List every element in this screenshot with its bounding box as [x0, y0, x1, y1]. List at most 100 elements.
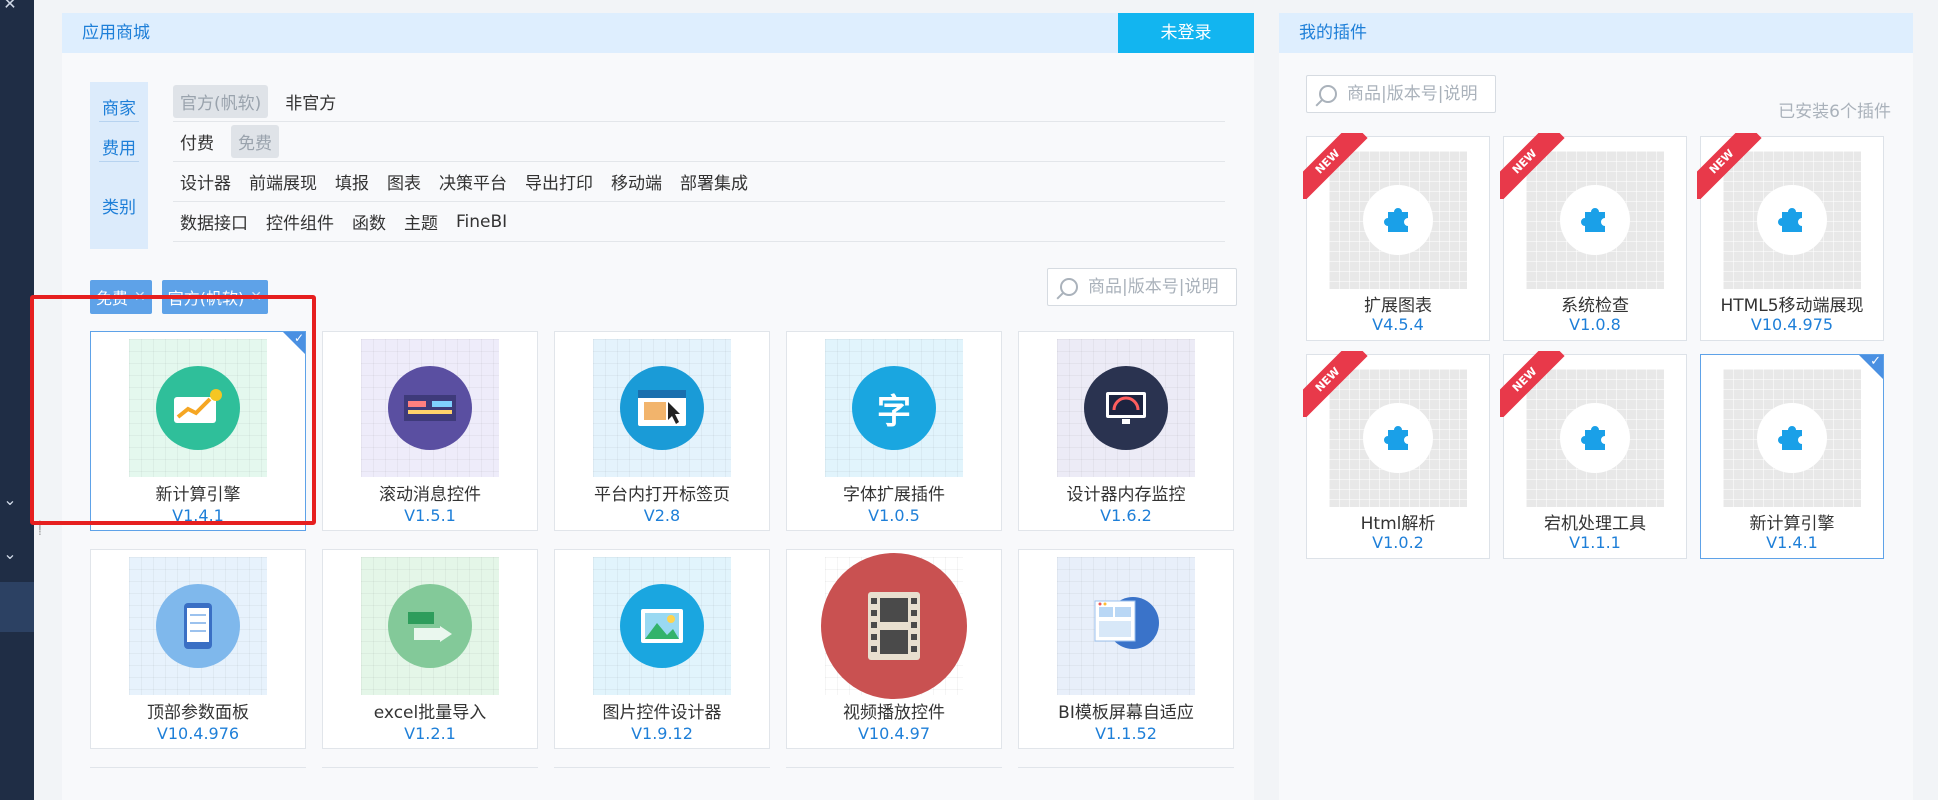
- new-ribbon: NEW: [1500, 351, 1566, 417]
- installed-count: 已安装6个插件: [1778, 102, 1891, 122]
- login-button[interactable]: 未登录: [1118, 13, 1254, 53]
- plugin-card-partial[interactable]: [322, 767, 538, 768]
- category-theme[interactable]: 主题: [397, 205, 445, 238]
- puzzle-icon: [1363, 185, 1433, 255]
- app-store-panel: 应用商城 未登录 商家 费用 类别 官方(帆软) 非官方 付费 免费 设计器 前…: [62, 13, 1307, 800]
- plugin-card-partial[interactable]: [554, 767, 770, 768]
- chevron-down-icon[interactable]: ⌄: [0, 544, 20, 563]
- plugin-card[interactable]: 设计器内存监控 V1.6.2: [1018, 331, 1234, 531]
- category-decision-platform[interactable]: 决策平台: [432, 165, 514, 198]
- plugin-version: V10.4.975: [1750, 315, 1834, 334]
- scroll-message-icon: [388, 366, 472, 450]
- chart-growth-icon: [156, 366, 240, 450]
- plugin-version: V10.4.97: [857, 724, 930, 743]
- plugin-name: 系统检查: [1561, 296, 1629, 316]
- chip-label: 免费: [96, 289, 129, 308]
- font-icon: 字: [852, 366, 936, 450]
- plugin-name: 字体扩展插件: [843, 485, 945, 505]
- plugin-grid: 新计算引擎V1.4.1滚动消息控件V1.5.1平台内打开标签页V2.8字字体扩展…: [90, 331, 1242, 768]
- category-export-print[interactable]: 导出打印: [518, 165, 600, 198]
- installed-plugin-card[interactable]: NEW HTML5移动端展现 V10.4.975: [1697, 133, 1884, 341]
- chip-free: 免费 ✕: [90, 280, 152, 314]
- plugin-version: V1.1.1: [1569, 533, 1621, 552]
- bi-layout-icon: [1093, 593, 1159, 658]
- plugin-thumbnail: [593, 339, 731, 477]
- plugin-version: V1.5.1: [404, 506, 456, 525]
- new-ribbon: NEW: [1697, 133, 1763, 199]
- filter-official[interactable]: 官方(帆软): [173, 85, 269, 118]
- new-ribbon: NEW: [1500, 133, 1566, 199]
- plugin-card[interactable]: 新计算引擎 V1.4.1: [90, 331, 306, 531]
- tablet-icon: [156, 584, 240, 668]
- plugin-name: 新计算引擎: [1749, 514, 1835, 534]
- plugin-version: V1.6.2: [1100, 506, 1152, 525]
- plugin-card[interactable]: 图片控件设计器 V1.9.12: [554, 549, 770, 749]
- plugin-card-partial[interactable]: [90, 767, 306, 768]
- plugin-card[interactable]: BI模板屏幕自适应 V1.1.52: [1018, 549, 1234, 749]
- plugin-thumbnail: [1723, 369, 1861, 507]
- store-title: 应用商城: [82, 23, 150, 43]
- plugin-thumbnail: [361, 339, 499, 477]
- category-functions[interactable]: 函数: [345, 205, 393, 238]
- installed-plugin-card[interactable]: NEW 系统检查 V1.0.8: [1500, 133, 1687, 341]
- filter-unofficial[interactable]: 非官方: [278, 85, 343, 118]
- rail-active-item[interactable]: [0, 582, 34, 632]
- plugin-version: V1.9.12: [631, 724, 693, 743]
- category-deploy[interactable]: 部署集成: [673, 165, 755, 198]
- plugin-version: V1.4.1: [1766, 533, 1818, 552]
- active-filter-chips: 免费 ✕ 官方(帆软) ✕: [90, 280, 268, 314]
- category-designer[interactable]: 设计器: [173, 165, 238, 198]
- category-fill[interactable]: 填报: [328, 165, 376, 198]
- image-icon: [620, 584, 704, 668]
- category-frontend[interactable]: 前端展现: [242, 165, 324, 198]
- plugin-card[interactable]: 字字体扩展插件 V1.0.5: [786, 331, 1002, 531]
- search-icon: [1319, 85, 1337, 103]
- store-header: 应用商城 未登录: [62, 13, 1254, 53]
- plugin-version: V1.0.5: [868, 506, 920, 525]
- plugin-card-partial[interactable]: [1018, 767, 1234, 768]
- plugin-version: V1.0.8: [1569, 315, 1621, 334]
- plugin-name: HTML5移动端展现: [1720, 296, 1864, 316]
- plugin-card[interactable]: 平台内打开标签页 V2.8: [554, 331, 770, 531]
- category-finebi[interactable]: FineBI: [449, 208, 514, 236]
- new-badge-label: NEW: [1500, 351, 1565, 417]
- filter-paid[interactable]: 付费: [173, 125, 221, 158]
- plugin-card[interactable]: 视频播放控件 V10.4.97: [786, 549, 1002, 749]
- new-badge-label: NEW: [1303, 133, 1368, 199]
- excel-import-icon: [388, 584, 472, 668]
- category-filter-row-1: 设计器 前端展现 填报 图表 决策平台 导出打印 移动端 部署集成: [173, 162, 1225, 202]
- category-widgets[interactable]: 控件组件: [259, 205, 341, 238]
- my-plugins-search-input[interactable]: [1347, 84, 1487, 104]
- merchant-label: 商家: [102, 99, 136, 119]
- installed-plugin-card[interactable]: NEW 宕机处理工具 V1.1.1: [1500, 351, 1687, 559]
- fee-filter-row: 付费 免费: [173, 122, 1225, 162]
- monitor-icon: [1084, 366, 1168, 450]
- close-icon[interactable]: ✕: [134, 289, 146, 305]
- my-plugins-title: 我的插件: [1299, 23, 1367, 43]
- plugin-card[interactable]: 滚动消息控件 V1.5.1: [322, 331, 538, 531]
- installed-plugin-card[interactable]: NEW Html解析 V1.0.2: [1303, 351, 1490, 559]
- installed-plugin-card[interactable]: 新计算引擎V1.4.1: [1700, 354, 1884, 559]
- plugin-name: 滚动消息控件: [379, 485, 481, 505]
- close-icon[interactable]: ✕: [250, 289, 262, 305]
- chevron-down-icon[interactable]: ⌄: [0, 490, 20, 509]
- wrench-icon[interactable]: ✕: [0, 0, 20, 13]
- category-chart[interactable]: 图表: [380, 165, 428, 198]
- new-badge-label: NEW: [1500, 133, 1565, 199]
- selected-check-icon: [1859, 354, 1883, 379]
- browser-tab-icon: [620, 366, 704, 450]
- plugin-thumbnail: [821, 553, 967, 699]
- category-mobile[interactable]: 移动端: [604, 165, 669, 198]
- panel-splitter[interactable]: ⁞ ⁞: [38, 519, 42, 537]
- installed-plugin-card[interactable]: NEW 扩展图表 V4.5.4: [1303, 133, 1490, 341]
- category-data-interface[interactable]: 数据接口: [173, 205, 255, 238]
- plugin-card[interactable]: 顶部参数面板 V10.4.976: [90, 549, 306, 749]
- chip-label: 官方(帆软): [167, 289, 245, 308]
- store-search-box: [1047, 268, 1237, 306]
- filter-free[interactable]: 免费: [231, 125, 279, 158]
- plugin-card[interactable]: excel批量导入 V1.2.1: [322, 549, 538, 749]
- film-icon: [821, 553, 967, 699]
- plugin-card-partial[interactable]: [786, 767, 1002, 768]
- store-search-input[interactable]: [1088, 277, 1228, 297]
- plugin-name: 平台内打开标签页: [594, 485, 730, 505]
